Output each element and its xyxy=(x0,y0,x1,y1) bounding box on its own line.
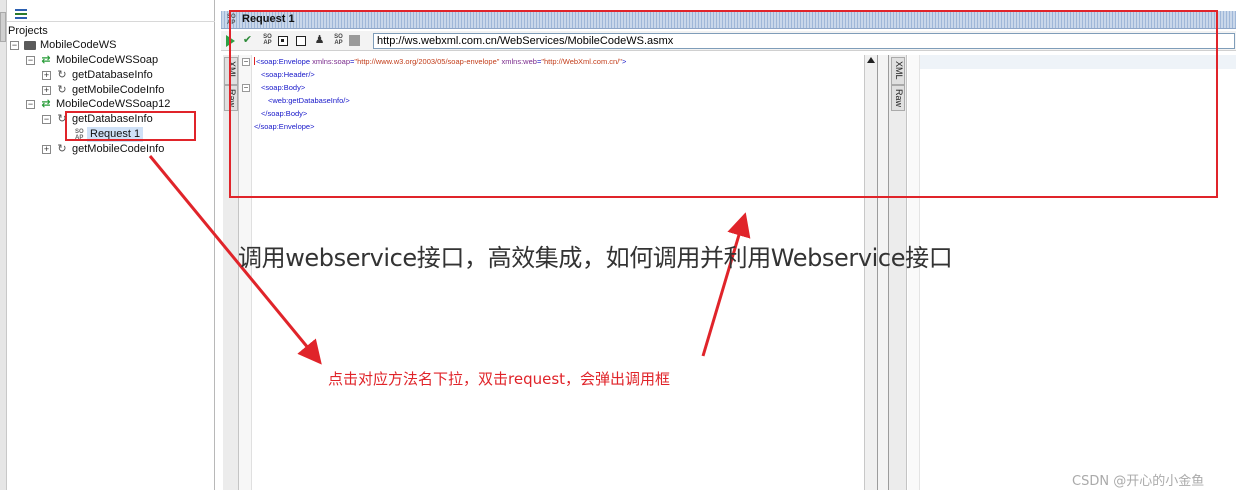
expand-icon[interactable]: + xyxy=(42,71,51,80)
watermark: CSDN @开心的小金鱼 xyxy=(1072,474,1205,489)
left-tool-strip xyxy=(0,0,7,490)
request-window-highlight-box xyxy=(229,10,1218,198)
tree-item-operation[interactable]: + ↻ getMobileCodeInfo xyxy=(7,83,207,98)
collapse-icon[interactable]: − xyxy=(26,100,35,109)
operation-icon: ↻ xyxy=(57,69,67,81)
navigator-toolbar xyxy=(7,6,215,22)
collapse-icon[interactable]: − xyxy=(26,56,35,65)
expand-icon[interactable]: + xyxy=(42,86,51,95)
collapse-icon[interactable]: − xyxy=(10,41,19,50)
collapse-icon[interactable]: − xyxy=(42,115,51,124)
article-caption: 调用webservice接口，高效集成，如何调用并利用Webservice接口 xyxy=(238,244,953,272)
instruction-note: 点击对应方法名下拉，双击request，会弹出调用框 xyxy=(328,370,671,388)
soap-interface-icon: ⇄ xyxy=(41,54,51,66)
tree-item-operation[interactable]: + ↻ getDatabaseInfo xyxy=(7,68,207,83)
operation-icon: ↻ xyxy=(57,84,67,96)
tree-item-project[interactable]: − MobileCodeWS xyxy=(7,38,207,53)
soap-interface-icon: ⇄ xyxy=(41,98,51,110)
tree-item-operation[interactable]: + ↻ getMobileCodeInfo xyxy=(7,142,207,157)
navigator-list-icon[interactable] xyxy=(15,9,27,19)
collapsed-panel-tab[interactable] xyxy=(0,12,6,42)
expand-icon[interactable]: + xyxy=(42,145,51,154)
tree-item-interface-soap[interactable]: − ⇄ MobileCodeWSSoap xyxy=(7,53,207,68)
project-folder-icon xyxy=(24,41,36,50)
navigator-panel: Projects − MobileCodeWS − ⇄ MobileCodeWS… xyxy=(7,0,215,490)
request-item-highlight-box xyxy=(65,111,196,141)
tree-item-interface-soap12[interactable]: − ⇄ MobileCodeWSSoap12 xyxy=(7,97,207,112)
operation-icon: ↻ xyxy=(57,143,67,155)
